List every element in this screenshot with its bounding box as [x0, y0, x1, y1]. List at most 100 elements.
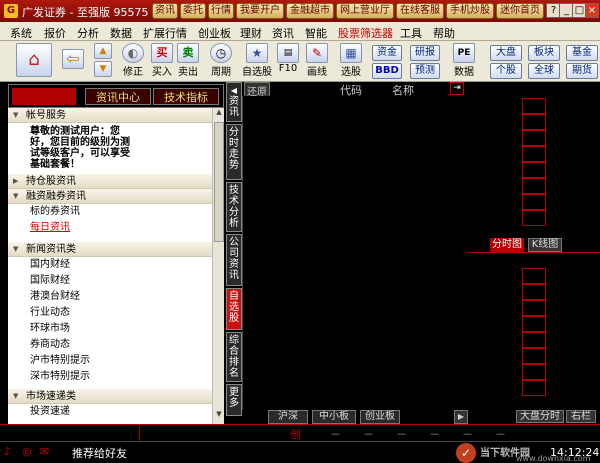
tab-intraday-chart[interactable]: 分时图: [490, 238, 524, 252]
menu-quotes[interactable]: 报价: [44, 25, 66, 41]
top-button-quotes[interactable]: 行情: [208, 3, 234, 19]
list-item[interactable]: 行业动态: [8, 305, 212, 321]
tab-intraday[interactable]: 分时走势: [226, 124, 242, 180]
price-cell: [522, 146, 546, 162]
stock-button[interactable]: 个股: [490, 63, 522, 79]
forecast-button[interactable]: 预测: [410, 63, 440, 79]
menu-extended-quotes[interactable]: 扩展行情: [143, 25, 187, 41]
tab-info-center[interactable]: 资讯中心: [85, 88, 151, 105]
global-button[interactable]: 全球: [528, 63, 560, 79]
list-item[interactable]: 港澳台财经: [8, 289, 212, 305]
welcome-line: 基础套餐！: [30, 159, 80, 170]
period-label: 周期: [211, 67, 231, 78]
list-item[interactable]: 沪市特别提示: [8, 353, 212, 369]
futures-button[interactable]: 期货: [566, 63, 598, 79]
bbd-button[interactable]: BBD: [372, 63, 402, 79]
scroll-right-icon[interactable]: ▶: [454, 410, 468, 424]
tab-ranking[interactable]: 综合排名: [226, 332, 242, 382]
sell-tool-button[interactable]: 卖 卖出: [176, 43, 200, 81]
top-button-news[interactable]: 资讯: [152, 3, 178, 19]
list-item[interactable]: 深市特别提示: [8, 369, 212, 385]
price-cell: [522, 348, 546, 364]
tab-news-vertical[interactable]: ◀ 资讯: [226, 82, 242, 122]
period-tool-button[interactable]: ◷ 周期: [206, 43, 236, 81]
section-account-service[interactable]: 帐号服务: [8, 108, 212, 123]
data-tool-button[interactable]: PE 数据: [448, 43, 480, 81]
tab-sme-board[interactable]: 中小板: [312, 410, 356, 424]
welcome-line: 好，您目前的级别为测: [30, 137, 130, 148]
tab-right-column[interactable]: 右栏: [566, 410, 596, 423]
vertical-tab-strip: ◀ 资讯 分时走势 技术分析 公司资讯 自选股 综合排名 更多: [226, 82, 242, 420]
price-cell: [522, 364, 546, 380]
capital-button[interactable]: 资金: [372, 45, 402, 61]
menu-wealth[interactable]: 理财: [240, 25, 262, 41]
top-button-online-hall[interactable]: 网上营业厅: [336, 3, 394, 19]
watchlist-tool-button[interactable]: ★ 自选股: [240, 43, 274, 81]
stock-select-tool-button[interactable]: ▦ 选股: [336, 43, 366, 81]
tab-watchlist[interactable]: 自选股: [226, 288, 242, 330]
tab-technical-analysis[interactable]: 技术分析: [226, 182, 242, 232]
f10-tool-button[interactable]: ▤ F10: [276, 43, 300, 81]
tab-shanghai-shenzhen[interactable]: 沪深: [268, 410, 308, 424]
section-holdings-news[interactable]: 持仓股资讯: [8, 174, 212, 189]
up-down-tool-button[interactable]: ▲ ▼: [92, 43, 114, 81]
info-tree-scrollbar[interactable]: ▲ ▼: [212, 108, 224, 424]
buy-label: 买入: [152, 67, 172, 78]
list-item-daily-news[interactable]: 每日资讯: [8, 220, 212, 236]
top-button-online-service[interactable]: 在线客服: [396, 3, 444, 19]
price-cell: [522, 178, 546, 194]
tab-gem-board[interactable]: 创业板: [360, 410, 400, 424]
menu-system[interactable]: 系统: [10, 25, 32, 41]
price-cell: [522, 332, 546, 348]
home-tool-button[interactable]: ⌂: [14, 43, 54, 81]
menu-data[interactable]: 数据: [110, 25, 132, 41]
top-button-finance-market[interactable]: 金融超市: [286, 3, 334, 19]
back-tool-button[interactable]: ⇦: [60, 43, 86, 81]
modify-tool-button[interactable]: ◐ 修正: [120, 43, 146, 81]
research-button[interactable]: 研报: [410, 45, 440, 61]
modify-label: 修正: [123, 67, 143, 78]
menu-tools[interactable]: 工具: [400, 25, 422, 41]
menu-help[interactable]: 帮助: [433, 25, 455, 41]
draw-line-tool-button[interactable]: ✎ 画线: [304, 43, 330, 81]
volume-icon[interactable]: ♪: [4, 445, 18, 459]
close-window-button[interactable]: ×: [585, 3, 599, 18]
scroll-up-icon[interactable]: ▲: [214, 108, 224, 120]
scrollbar-thumb[interactable]: [214, 122, 224, 242]
list-item[interactable]: 标的券资讯: [8, 204, 212, 220]
list-item[interactable]: 环球市场: [8, 321, 212, 337]
tab-kline-chart[interactable]: K线图: [528, 238, 562, 252]
tab-company-news[interactable]: 公司资讯: [226, 234, 242, 286]
menu-news[interactable]: 资讯: [272, 25, 294, 41]
tab-more[interactable]: 更多: [226, 384, 242, 416]
status-cell-left: [0, 426, 140, 441]
expand-panel-icon[interactable]: ⇥: [450, 82, 464, 95]
list-item[interactable]: 投资速递: [8, 404, 212, 420]
menu-gem[interactable]: 创业板: [198, 25, 231, 41]
section-news[interactable]: 新闻资讯类: [8, 242, 212, 257]
top-button-mobile-trading[interactable]: 手机炒股: [446, 3, 494, 19]
index-button[interactable]: 大盘: [490, 45, 522, 61]
scroll-down-icon[interactable]: ▼: [214, 410, 224, 422]
section-market-express[interactable]: 市场速递类: [8, 389, 212, 404]
title-bar: G 广发证券 - 至强版 95575 资讯 委托 行情 我要开户 金融超市 网上…: [0, 0, 600, 22]
section-margin-news[interactable]: 融资融券资讯: [8, 189, 212, 204]
tab-technical-indicators[interactable]: 技术指标: [153, 88, 219, 105]
list-item[interactable]: 国内财经: [8, 257, 212, 273]
top-button-mini-home[interactable]: 迷你首页: [496, 3, 544, 19]
recommend-to-friend-link[interactable]: 推荐给好友: [72, 445, 127, 461]
menu-smart[interactable]: 智能: [305, 25, 327, 41]
tab-index-intraday[interactable]: 大盘分时: [516, 410, 564, 423]
sector-button[interactable]: 板块: [528, 45, 560, 61]
alert-icon[interactable]: ◎: [22, 445, 36, 459]
menu-stock-screener[interactable]: 股票筛选器: [338, 25, 393, 41]
message-icon[interactable]: ✉: [40, 445, 54, 459]
fund-button[interactable]: 基金: [566, 45, 598, 61]
menu-analysis[interactable]: 分析: [77, 25, 99, 41]
quote-grid[interactable]: [242, 96, 468, 410]
list-item[interactable]: 券商动态: [8, 337, 212, 353]
top-button-order[interactable]: 委托: [180, 3, 206, 19]
buy-tool-button[interactable]: 买 买入: [150, 43, 174, 81]
list-item[interactable]: 国际财经: [8, 273, 212, 289]
top-button-open-account[interactable]: 我要开户: [236, 3, 284, 19]
